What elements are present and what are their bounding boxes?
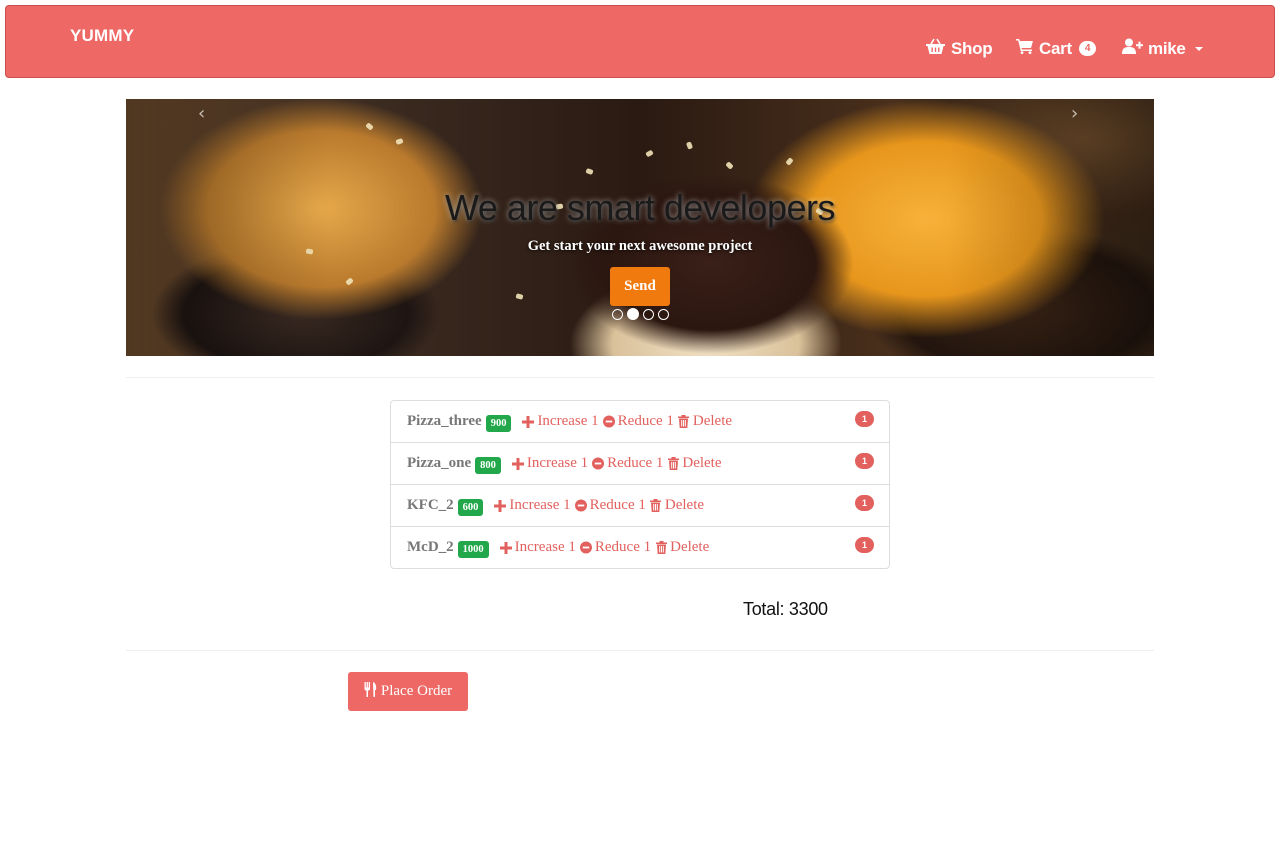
brand-logo[interactable]: YUMMY — [70, 26, 134, 46]
delete-button[interactable]: Delete — [678, 413, 732, 430]
delete-label: Delete — [682, 455, 722, 471]
increase-button[interactable]: Increase 1 — [522, 413, 599, 430]
cart-row: Pizza_three 900 Increase 1 Reduce 1 Delete 1 — [391, 401, 889, 442]
place-order-label: Place Order — [380, 683, 453, 699]
reduce-button[interactable]: Reduce 1 — [579, 539, 652, 556]
item-name: Pizza_three — [407, 413, 482, 429]
minus-circle-icon — [574, 499, 587, 512]
hero-carousel: ‹ › We are smart developers Get start yo… — [126, 99, 1154, 356]
price-badge: 900 — [485, 414, 512, 432]
carousel-next-button[interactable]: › — [1071, 103, 1078, 124]
minus-circle-icon — [579, 541, 592, 554]
quantity-badge: 1 — [855, 411, 874, 427]
item-name: McD_2 — [407, 539, 454, 555]
reduce-button[interactable]: Reduce 1 — [602, 413, 674, 430]
nav-cart-link[interactable]: Cart 4 — [1016, 38, 1097, 59]
sprinkle-decoration — [515, 293, 524, 300]
increase-button[interactable]: Increase 1 — [494, 497, 571, 514]
delete-button[interactable]: Delete — [655, 539, 709, 556]
increase-label: Increase 1 — [526, 455, 589, 471]
quantity-badge: 1 — [855, 495, 874, 511]
sprinkle-decoration — [395, 137, 404, 146]
carousel-indicator-dot[interactable] — [612, 308, 623, 320]
carousel-indicator-dot[interactable] — [627, 308, 639, 320]
delete-label: Delete — [664, 497, 705, 513]
price-badge: 600 — [457, 498, 484, 516]
quantity-badge: 1 — [855, 537, 874, 553]
cart-item-list: Pizza_three 900 Increase 1 Reduce 1 Delete 1 P… — [390, 400, 890, 569]
sprinkle-decoration — [645, 149, 654, 158]
reduce-button[interactable]: Reduce 1 — [592, 455, 663, 472]
user-menu-dropdown[interactable]: mike — [1122, 38, 1203, 59]
trash-icon — [667, 457, 679, 470]
shopping-cart-icon — [1016, 38, 1034, 59]
reduce-button[interactable]: Reduce 1 — [574, 497, 646, 514]
minus-circle-icon — [602, 415, 615, 428]
carousel-indicator-dot[interactable] — [658, 308, 669, 320]
minus-circle-icon — [592, 457, 605, 470]
increase-label: Increase 1 — [509, 497, 571, 513]
sprinkle-decoration — [725, 161, 734, 170]
reduce-label: Reduce 1 — [589, 497, 646, 513]
carousel-title: We are smart developers — [444, 187, 836, 228]
trash-icon — [650, 499, 662, 512]
trash-icon — [678, 415, 690, 428]
carousel-subtitle: Get start your next awesome project — [527, 238, 753, 254]
plus-icon — [522, 415, 535, 428]
place-order-button[interactable]: Place Order — [348, 672, 468, 711]
price-badge: 1000 — [457, 540, 489, 558]
send-button[interactable]: Send — [610, 267, 670, 306]
nav-cart-label: Cart — [1039, 38, 1072, 58]
delete-label: Delete — [692, 413, 733, 429]
trash-icon — [655, 541, 667, 554]
shopping-basket-icon — [925, 38, 946, 60]
caret-down-icon — [1194, 46, 1203, 51]
delete-button[interactable]: Delete — [650, 497, 704, 514]
sprinkle-decoration — [785, 157, 794, 166]
quantity-badge: 1 — [855, 453, 874, 469]
increase-button[interactable]: Increase 1 — [499, 539, 576, 556]
increase-label: Increase 1 — [514, 539, 576, 555]
reduce-label: Reduce 1 — [617, 413, 674, 429]
cart-row: McD_2 1000 Increase 1 Reduce 1 Delete 1 — [391, 526, 889, 568]
carousel-prev-button[interactable]: ‹ — [198, 103, 205, 124]
carousel-indicator-dot[interactable] — [643, 308, 654, 320]
navbar: YUMMY Shop Cart 4 mike — [5, 5, 1275, 78]
user-name-label: mike — [1148, 38, 1186, 58]
reduce-label: Reduce 1 — [594, 539, 652, 555]
plus-icon — [511, 457, 524, 470]
nav-shop-link[interactable]: Shop — [925, 38, 993, 60]
sprinkle-decoration — [685, 141, 694, 150]
cart-row: KFC_2 600 Increase 1 Reduce 1 Delete 1 — [391, 484, 889, 526]
item-name: Pizza_one — [407, 455, 472, 471]
plus-icon — [499, 541, 512, 554]
delete-label: Delete — [670, 539, 710, 555]
price-badge: 800 — [475, 456, 501, 474]
sprinkle-decoration — [585, 167, 594, 176]
cart-row: Pizza_one 800 Increase 1 Reduce 1 Delete 1 — [391, 442, 889, 484]
divider — [126, 377, 1154, 378]
item-name: KFC_2 — [407, 497, 454, 513]
cart-total: Total: 3300 — [743, 599, 828, 619]
plus-icon — [494, 499, 507, 512]
sprinkle-decoration — [345, 277, 354, 286]
reduce-label: Reduce 1 — [607, 455, 664, 471]
user-plus-icon — [1122, 38, 1143, 59]
nav-shop-label: Shop — [951, 39, 993, 58]
cart-count-badge: 4 — [1078, 41, 1097, 56]
divider — [126, 650, 1154, 651]
sprinkle-decoration — [365, 122, 374, 131]
delete-button[interactable]: Delete — [667, 455, 722, 472]
cutlery-icon — [364, 681, 377, 702]
increase-button[interactable]: Increase 1 — [511, 455, 589, 472]
increase-label: Increase 1 — [537, 413, 599, 429]
carousel-indicators — [612, 308, 669, 320]
